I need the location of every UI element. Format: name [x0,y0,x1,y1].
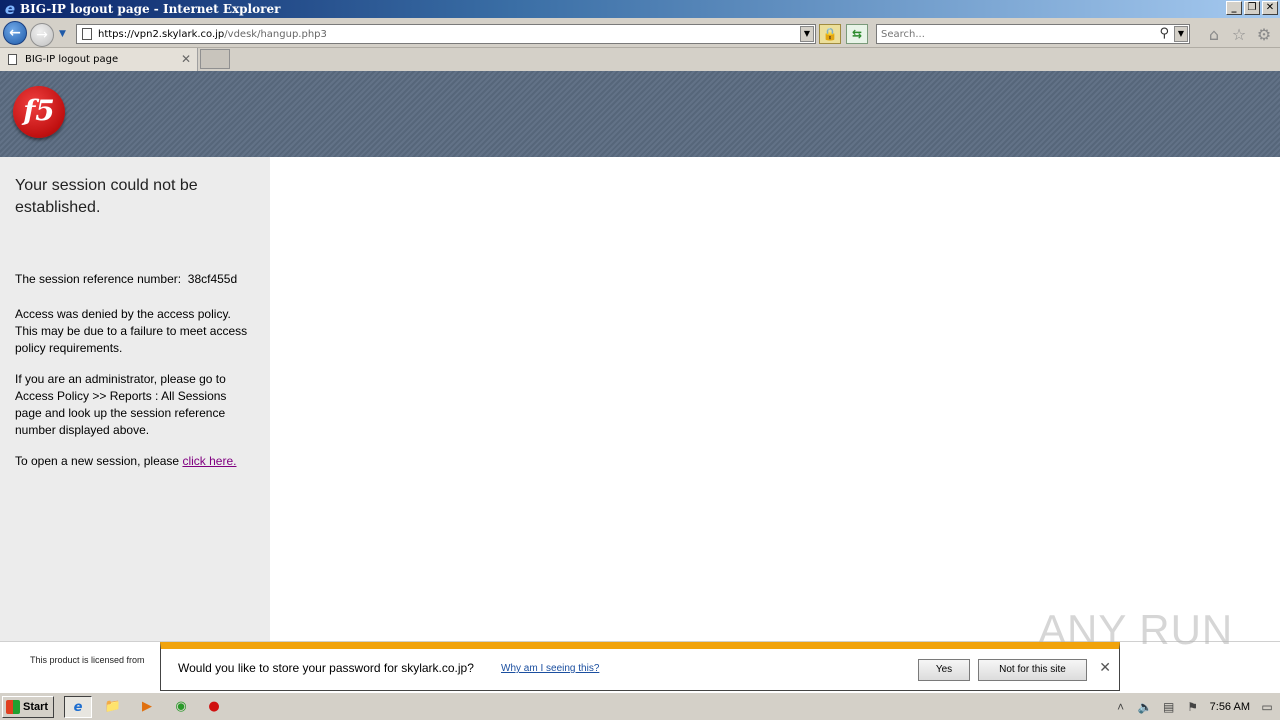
network-icon[interactable]: ▤ [1162,700,1176,714]
session-reference-label: The session reference number: [15,272,182,286]
not-for-this-site-button[interactable]: Not for this site [978,659,1087,681]
search-icon[interactable]: ⚲ [1159,26,1169,41]
search-dropdown-icon[interactable]: ▼ [1174,26,1188,42]
url-host: https://vpn2.skylark.co.jp [98,28,225,40]
license-text: This product is licensed from [30,655,145,665]
show-desktop-icon[interactable]: ▭ [1260,700,1274,714]
start-label: Start [23,701,49,713]
close-notification-icon[interactable]: ✕ [1099,660,1111,676]
internet-explorer-icon: e [4,0,16,18]
minimize-button[interactable]: _ [1226,1,1242,15]
page-header: f5 [0,71,1280,157]
start-button[interactable]: Start [2,696,54,718]
tab-label: BIG-IP logout page [25,54,119,65]
show-hidden-icons-icon[interactable]: ˄ [1114,700,1128,714]
page-icon [82,28,92,40]
access-denied-text: Access was denied by the access policy. … [15,307,248,355]
close-tab-icon[interactable]: ✕ [181,52,191,66]
why-seeing-this-link[interactable]: Why am I seeing this? [501,663,599,674]
action-center-flag-icon[interactable]: ⚑ [1186,700,1200,714]
lock-icon[interactable]: 🔒 [819,24,841,44]
gear-icon[interactable]: ⚙ [1254,25,1274,45]
restore-button[interactable]: ❐ [1244,1,1260,15]
home-icon[interactable]: ⌂ [1204,25,1224,45]
admin-instructions-text: If you are an administrator, please go t… [15,372,227,437]
session-reference-value: 38cf455d [187,272,238,286]
media-player-taskbar-icon[interactable]: ▶ [133,696,161,718]
windows-flag-icon [6,700,20,714]
new-session-text: To open a new session, please click here… [15,453,255,470]
new-session-link[interactable]: click here. [182,454,236,468]
tab-bar: BIG-IP logout page ✕ [0,48,1280,71]
window-title: BIG-IP logout page - Internet Explorer [20,2,281,16]
window-controls: _ ❐ ✕ [1226,1,1278,15]
session-reference: The session reference number: 38cf455d [15,271,255,288]
internet-explorer-taskbar-icon[interactable]: e [64,696,92,718]
window-title-bar: e BIG-IP logout page - Internet Explorer… [0,0,1280,18]
new-session-label: To open a new session, please [15,454,180,468]
save-password-message: Would you like to store your password fo… [178,661,474,675]
clock[interactable]: 7:56 AM [1210,701,1250,713]
recent-pages-dropdown[interactable]: ▼ [59,29,69,39]
antivirus-taskbar-icon[interactable]: ● [200,696,228,718]
favorites-star-icon[interactable]: ☆ [1229,25,1249,45]
yes-button[interactable]: Yes [918,659,970,681]
compatibility-refresh-icon[interactable]: ⇆ [846,24,868,44]
new-tab-button[interactable] [200,49,230,69]
session-message-panel: Your session could not be established. T… [0,157,270,641]
f5-logo: f5 [13,86,65,138]
volume-icon[interactable]: 🔈 [1138,700,1153,714]
address-dropdown-icon[interactable]: ▼ [800,26,814,42]
system-tray: ˄ 🔈 ▤ ⚑ 7:56 AM ▭ [1114,695,1280,719]
forward-button[interactable]: → [30,23,54,47]
search-box[interactable]: ⚲ ▼ [876,24,1190,44]
close-button[interactable]: ✕ [1262,1,1278,15]
file-explorer-taskbar-icon[interactable]: 📁 [99,696,127,718]
tab-big-ip-logout[interactable]: BIG-IP logout page ✕ [0,48,198,71]
back-button[interactable]: ← [3,21,27,45]
taskbar: Start e 📁 ▶ ◉ ● ˄ 🔈 ▤ ⚑ 7:56 AM ▭ [0,692,1280,720]
address-bar[interactable]: https://vpn2.skylark.co.jp/vdesk/hangup.… [76,24,816,44]
session-error-heading: Your session could not be established. [15,177,198,216]
url-path: /vdesk/hangup.php3 [224,28,327,40]
save-password-notification: Would you like to store your password fo… [160,642,1120,691]
search-input[interactable] [881,28,1151,40]
chrome-taskbar-icon[interactable]: ◉ [167,696,195,718]
tab-page-icon [8,54,17,65]
